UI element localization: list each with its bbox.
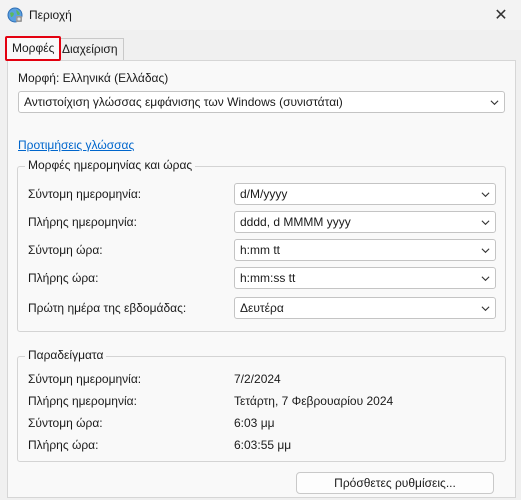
additional-settings-button[interactable]: Πρόσθετες ρυθμίσεις... <box>296 472 494 494</box>
example-short-date-label: Σύντομη ημερομηνία: <box>28 372 142 386</box>
language-preferences-link[interactable]: Προτιμήσεις γλώσσας <box>18 138 134 152</box>
format-dropdown[interactable]: Αντιστοίχιση γλώσσας εμφάνισης των Windo… <box>18 91 505 113</box>
date-time-formats-group: Μορφές ημερομηνίας και ώρας Σύντομη ημερ… <box>17 158 506 332</box>
short-time-dropdown[interactable]: h:mm tt <box>234 239 496 261</box>
short-time-value: h:mm tt <box>240 243 281 257</box>
first-day-of-week-value: Δευτέρα <box>240 301 284 315</box>
short-date-label: Σύντομη ημερομηνία: <box>28 187 142 201</box>
close-icon: ✕ <box>494 7 508 24</box>
long-time-label: Πλήρης ώρα: <box>28 271 99 285</box>
first-day-of-week-dropdown[interactable]: Δευτέρα <box>234 297 496 319</box>
chevron-down-icon <box>481 276 490 282</box>
example-short-date-value: 7/2/2024 <box>234 372 281 386</box>
tab-formats[interactable]: Μορφές <box>5 36 62 61</box>
short-date-value: d/M/yyyy <box>240 187 288 201</box>
chevron-down-icon <box>481 220 490 226</box>
example-long-date-value: Τετάρτη, 7 Φεβρουαρίου 2024 <box>234 394 394 408</box>
tab-administrative[interactable]: Διαχείριση <box>56 38 124 60</box>
examples-group: Παραδείγματα Σύντομη ημερομηνία: 7/2/202… <box>17 348 506 462</box>
long-time-value: h:mm:ss tt <box>240 271 296 285</box>
short-date-dropdown[interactable]: d/M/yyyy <box>234 183 496 205</box>
format-selected-value: Αντιστοίχιση γλώσσας εμφάνισης των Windo… <box>24 95 343 109</box>
short-time-label: Σύντομη ώρα: <box>28 243 103 257</box>
example-long-date-label: Πλήρης ημερομηνία: <box>28 394 137 408</box>
example-short-time-label: Σύντομη ώρα: <box>28 416 103 430</box>
tab-strip: Μορφές Διαχείριση <box>0 36 521 61</box>
long-time-dropdown[interactable]: h:mm:ss tt <box>234 267 496 289</box>
tab-panel: Μορφή: Ελληνικά (Ελλάδας) Αντιστοίχιση γ… <box>7 60 516 498</box>
long-date-dropdown[interactable]: dddd, d MMMM yyyy <box>234 211 496 233</box>
title-bar: Περιοχή ✕ <box>0 0 521 30</box>
chevron-down-icon <box>481 192 490 198</box>
example-long-time-label: Πλήρης ώρα: <box>28 438 99 452</box>
chevron-down-icon <box>481 306 490 312</box>
close-button[interactable]: ✕ <box>481 0 521 30</box>
format-label: Μορφή: Ελληνικά (Ελλάδας) <box>18 71 169 85</box>
globe-region-icon <box>7 7 23 23</box>
long-date-label: Πλήρης ημερομηνία: <box>28 215 137 229</box>
first-day-of-week-label: Πρώτη ημέρα της εβδομάδας: <box>28 301 187 315</box>
long-date-value: dddd, d MMMM yyyy <box>240 215 351 229</box>
example-short-time-value: 6:03 μμ <box>234 416 275 430</box>
example-long-time-value: 6:03:55 μμ <box>234 438 292 452</box>
date-time-group-title: Μορφές ημερομηνίας και ώρας <box>25 158 196 172</box>
chevron-down-icon <box>490 100 499 106</box>
examples-group-title: Παραδείγματα <box>25 348 107 362</box>
window-title: Περιοχή <box>29 8 72 22</box>
chevron-down-icon <box>481 248 490 254</box>
